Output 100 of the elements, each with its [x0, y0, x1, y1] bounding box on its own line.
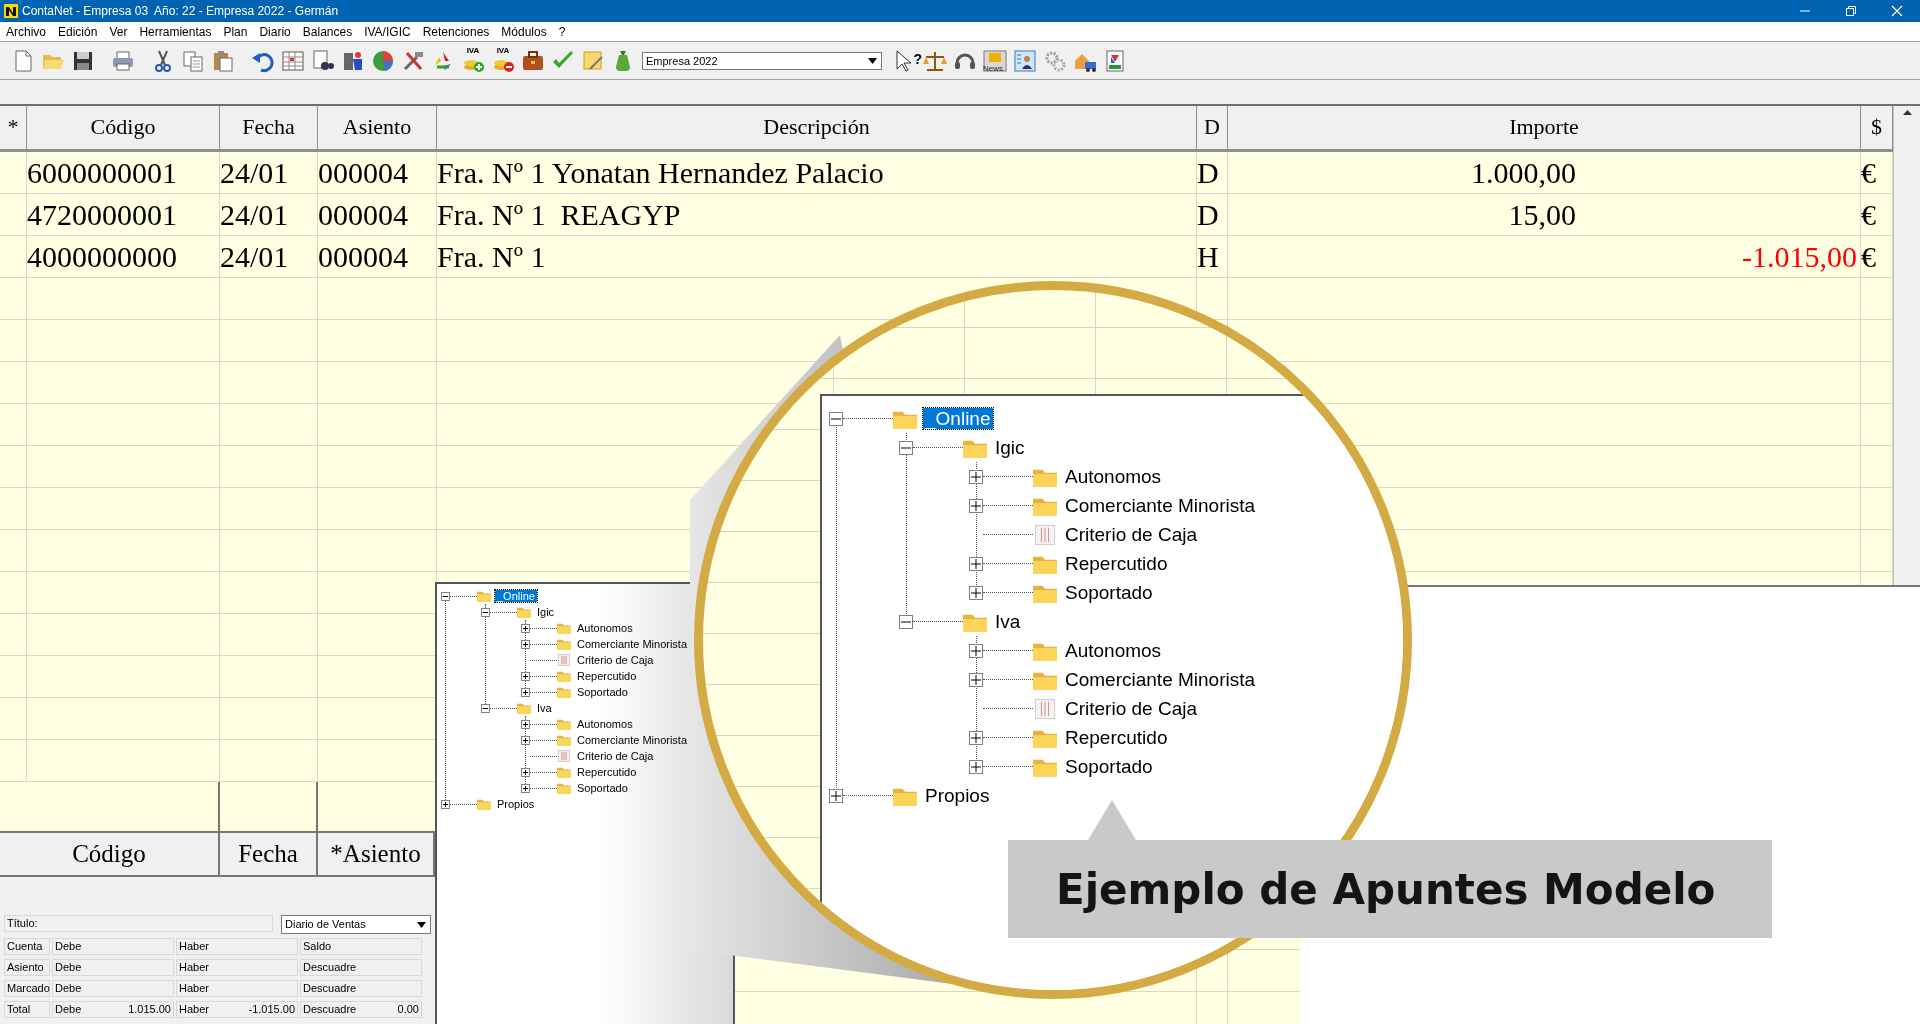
expand-toggle[interactable] — [969, 759, 983, 774]
menu-item[interactable]: IVA/IGIC — [358, 21, 417, 42]
tree-item[interactable]: Autonomos — [575, 621, 635, 635]
collapse-toggle[interactable] — [899, 440, 913, 455]
title-field[interactable]: Título: — [4, 915, 273, 932]
table-cell-text: 1.000,00 — [1470, 155, 1577, 191]
tree-item[interactable]: Criterio de Caja — [575, 653, 656, 667]
menu-item[interactable]: Archivo — [0, 21, 52, 42]
menu-item[interactable]: Plan — [217, 21, 254, 42]
tree-item[interactable]: Iva — [535, 701, 554, 715]
tree-item[interactable]: Soportado — [1063, 755, 1155, 778]
tree-item[interactable]: _Online — [495, 589, 537, 603]
tree-item[interactable]: Criterio de Caja — [575, 749, 656, 763]
tree-item[interactable]: Criterio de Caja — [1063, 523, 1199, 546]
field-label: Saldo — [303, 939, 332, 954]
expand-toggle[interactable] — [969, 585, 983, 600]
collapse-toggle[interactable] — [441, 591, 450, 601]
dropdown-arrow-icon[interactable] — [868, 57, 877, 64]
column-header[interactable]: Asiento — [318, 106, 437, 149]
column-header[interactable]: Fecha — [220, 106, 318, 149]
expand-toggle[interactable] — [521, 639, 530, 649]
collapse-toggle[interactable] — [481, 703, 490, 713]
field-label: Haber — [179, 1002, 209, 1017]
company-select[interactable]: Empresa 2022 — [642, 51, 882, 70]
field-label: Título: — [7, 916, 38, 931]
expand-toggle[interactable] — [441, 799, 450, 809]
table-cell-text: 24/01 — [220, 155, 290, 191]
summary-label: Total — [4, 1001, 50, 1018]
tree-item[interactable]: Repercutido — [575, 669, 639, 683]
column-header[interactable]: Código — [27, 106, 220, 149]
menu-item[interactable]: Herramientas — [133, 21, 218, 42]
tree-item[interactable]: Igic — [993, 436, 1027, 459]
expand-toggle[interactable] — [969, 556, 983, 571]
tree-item[interactable]: Soportado — [575, 685, 630, 699]
expand-toggle[interactable] — [521, 735, 530, 745]
expand-toggle[interactable] — [969, 469, 983, 484]
collapse-toggle[interactable] — [481, 607, 490, 617]
expand-toggle[interactable] — [521, 671, 530, 681]
menu-item[interactable]: Retenciones — [416, 21, 496, 42]
expand-toggle[interactable] — [969, 498, 983, 513]
tree-item[interactable]: Autonomos — [1063, 465, 1164, 488]
tree-item[interactable]: Autonomos — [1063, 639, 1164, 662]
cursor-button[interactable]: ? — [890, 45, 920, 76]
tree-item[interactable]: Soportado — [575, 781, 630, 795]
collapse-toggle[interactable] — [829, 411, 843, 426]
expand-toggle[interactable] — [969, 672, 983, 687]
tree-item[interactable]: Comerciante Minorista — [575, 637, 690, 651]
menu-item[interactable]: Balances — [296, 21, 359, 42]
column-header[interactable]: Descripción — [437, 106, 1197, 149]
column-header[interactable]: Importe — [1228, 106, 1861, 149]
connector-line — [983, 650, 1033, 651]
column-header[interactable]: Fecha — [220, 833, 318, 877]
tree-item[interactable]: Repercutido — [1063, 552, 1170, 575]
icon-label: IVA — [496, 45, 510, 55]
menu-item[interactable]: ? — [552, 21, 572, 42]
connector-line — [913, 447, 963, 448]
expand-toggle[interactable] — [521, 623, 530, 633]
menu-item[interactable]: Edición — [52, 21, 104, 42]
tree-item[interactable]: _Online — [923, 407, 993, 430]
column-header[interactable]: Código — [0, 833, 220, 877]
menu-item[interactable]: Módulos — [495, 21, 553, 42]
coins-remove-button[interactable]: IVA — [488, 45, 518, 76]
table-cell-text: D — [1197, 155, 1220, 191]
summary-label: Marcado — [4, 980, 50, 997]
tree-item[interactable]: Propios — [495, 797, 537, 811]
coins-add-icon — [461, 58, 485, 73]
tree-item[interactable]: Autonomos — [575, 717, 635, 731]
column-header[interactable]: * — [0, 106, 27, 149]
menu-item[interactable]: Ver — [103, 21, 134, 42]
expand-toggle[interactable] — [521, 767, 530, 777]
tree-item[interactable]: Iva — [993, 610, 1023, 633]
column-header[interactable]: D — [1197, 106, 1228, 149]
tree-item[interactable]: Repercutido — [1063, 726, 1170, 749]
folder-icon — [557, 717, 571, 731]
expand-toggle[interactable] — [521, 719, 530, 729]
tree-item[interactable]: Repercutido — [575, 765, 639, 779]
dropdown-arrow-icon[interactable] — [417, 921, 426, 928]
scroll-up-icon[interactable] — [1902, 110, 1912, 115]
expand-toggle[interactable] — [969, 730, 983, 745]
tree-item[interactable]: Soportado — [1063, 581, 1155, 604]
menu-item[interactable]: Diario — [253, 21, 297, 42]
tree-item[interactable]: Propios — [923, 784, 992, 807]
expand-toggle[interactable] — [829, 788, 843, 803]
tree-item[interactable]: Igic — [535, 605, 557, 619]
tree-item[interactable]: Criterio de Caja — [1063, 697, 1199, 720]
tree-item[interactable]: Comerciante Minorista — [1063, 668, 1258, 691]
tree-item[interactable]: Comerciante Minorista — [1063, 494, 1258, 517]
connector-line — [983, 737, 1033, 738]
news-button[interactable]: News — [980, 45, 1010, 76]
expand-toggle[interactable] — [521, 783, 530, 793]
coins-add-button[interactable]: IVA — [458, 45, 488, 76]
spreadsheet-export-icon — [1103, 48, 1127, 73]
journal-select[interactable]: Diario de Ventas — [281, 915, 431, 934]
collapse-toggle[interactable] — [899, 614, 913, 629]
field-label: Debe — [55, 939, 82, 954]
coins-remove-icon — [491, 58, 515, 73]
tree-item[interactable]: Comerciante Minorista — [575, 733, 690, 747]
table-cell-text: € — [1861, 239, 1877, 275]
expand-toggle[interactable] — [521, 687, 530, 697]
expand-toggle[interactable] — [969, 643, 983, 658]
